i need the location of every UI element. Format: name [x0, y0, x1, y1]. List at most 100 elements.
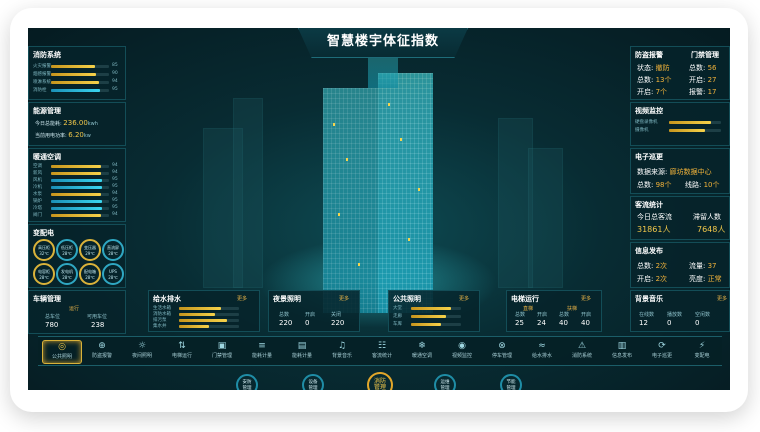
- bg-building: [233, 98, 263, 288]
- patrol-panel-title: 电子巡更: [635, 153, 663, 161]
- stat-value: 0: [667, 319, 672, 327]
- bar-value: 95: [112, 184, 118, 189]
- patrol-panel[interactable]: 电子巡更 数据来源: 廊坊数据中心 总数: 98个 线路: 10个: [630, 148, 730, 194]
- nav-label: 变配电: [694, 353, 710, 359]
- nav-item[interactable]: ⚡ 变配电: [682, 340, 722, 364]
- stat-value: 25: [515, 319, 524, 327]
- progress-fill: [669, 129, 706, 132]
- nav-item[interactable]: ⇅ 电梯运行: [162, 340, 202, 364]
- progress-bar: [51, 73, 109, 76]
- music-panel-title: 背景音乐: [635, 295, 663, 303]
- nav-label: 客流统计: [371, 353, 392, 359]
- nav-item[interactable]: ⟳ 电子巡更: [642, 340, 682, 364]
- progress-bar: [51, 172, 109, 175]
- stat-label: 总数: [515, 312, 526, 318]
- nav-item[interactable]: ❄ 暖通空调: [402, 340, 442, 364]
- public-light-more-link[interactable]: 更多: [459, 295, 469, 302]
- traffic-panel[interactable]: 客流统计 今日总客流 滞留人数 31861人 7648人: [630, 196, 730, 240]
- energy-panel[interactable]: 能源管理 今日总能耗: 236.00kwh 当前用电功率: 6.20kw: [28, 102, 126, 146]
- progress-bar: [411, 323, 461, 326]
- progress-fill: [51, 193, 101, 196]
- night-light-panel[interactable]: 夜景照明 更多 总数 220 开启 0 关闭 220: [268, 290, 360, 332]
- nav-item[interactable]: ⊕ 防盗报警: [82, 340, 122, 364]
- progress-fill: [411, 323, 441, 326]
- hvac-panel-title: 暖通空调: [33, 153, 61, 161]
- water-more-link[interactable]: 更多: [237, 295, 247, 302]
- nav-item[interactable]: ▣ 门禁管理: [202, 340, 242, 364]
- bar-value: 94: [112, 163, 118, 168]
- progress-bar: [411, 307, 461, 310]
- progress-bar: [51, 186, 109, 189]
- bottom-module-button[interactable]: 设备 管理: [302, 374, 324, 390]
- nav-item[interactable]: ≡ 能耗计量: [242, 340, 282, 364]
- stat-label: 在线数: [639, 312, 655, 318]
- ring-value: 28℃: [62, 251, 72, 256]
- nav-icon: ⟳: [658, 341, 666, 351]
- nav-item[interactable]: ◎ 公共照明: [42, 340, 82, 364]
- nav-item[interactable]: ⊗ 停车管理: [482, 340, 522, 364]
- nav-item[interactable]: ▥ 信息发布: [602, 340, 642, 364]
- bottom-module-button[interactable]: 运维 管理: [434, 374, 456, 390]
- public-light-panel[interactable]: 公共照明 更多 大堂 走廊 车库: [388, 290, 480, 332]
- bottom-module-button[interactable]: 节能 管理: [500, 374, 522, 390]
- nav-item[interactable]: ☷ 客流统计: [362, 340, 402, 364]
- nav-item[interactable]: ♫ 背景音乐: [322, 340, 362, 364]
- power-ring[interactable]: 变压器 29℃: [79, 239, 101, 261]
- progress-bar: [179, 313, 239, 316]
- power-ring[interactable]: 高压柜 32℃: [33, 239, 55, 261]
- bar-value: 94: [112, 170, 118, 175]
- power-ring[interactable]: UPS 28℃: [102, 263, 124, 285]
- nav-item[interactable]: ▤ 能耗计量: [282, 340, 322, 364]
- nav-item[interactable]: ◉ 视频监控: [442, 340, 482, 364]
- nav-item[interactable]: ⚠ 消防系统: [562, 340, 602, 364]
- progress-fill: [51, 89, 101, 92]
- bottom-module-button[interactable]: 消防 管理: [367, 372, 393, 390]
- stat-value: 220: [331, 319, 345, 327]
- water-panel[interactable]: 给水排水 更多 生活水箱 消防水箱 排污泵 集水井: [148, 290, 260, 332]
- progress-fill: [51, 73, 97, 76]
- power-ring[interactable]: 电容柜 28℃: [33, 263, 55, 285]
- progress-bar: [51, 214, 109, 217]
- nav-item[interactable]: ☼ 夜间照明: [122, 340, 162, 364]
- music-more-link[interactable]: 更多: [717, 295, 727, 302]
- intrusion-door-panel[interactable]: 防盗报警 门禁管理 状态: 撤防 总数: 13个 开启: 7个 总数: 56 开…: [630, 46, 730, 100]
- bar-label: 锅炉: [33, 199, 42, 204]
- ring-value: 28℃: [108, 275, 118, 280]
- power-ring[interactable]: 低压柜 28℃: [56, 239, 78, 261]
- elevator-more-link[interactable]: 更多: [581, 295, 591, 302]
- night-more-link[interactable]: 更多: [339, 295, 349, 302]
- bar-value: 94: [112, 191, 118, 196]
- bottom-module-button[interactable]: 安防 管理: [236, 374, 258, 390]
- power-ring[interactable]: 配电箱 28℃: [79, 263, 101, 285]
- nav-label: 公共照明: [51, 354, 72, 360]
- nav-icon: ▣: [217, 341, 227, 351]
- bar-value: 90: [112, 71, 118, 76]
- progress-bar: [51, 65, 109, 68]
- fire-panel[interactable]: 消防系统 火灾报警 85 烟感报警 90 喷淋系统 94 消防栓 95: [28, 46, 126, 100]
- bar-label: 风机: [33, 178, 42, 183]
- progress-fill: [51, 186, 103, 189]
- video-panel[interactable]: 视频监控 硬盘录像机 摄像机: [630, 102, 730, 146]
- progress-bar: [51, 193, 109, 196]
- bar-label: 阀门: [33, 213, 42, 218]
- power-ring[interactable]: 直流屏 28℃: [102, 239, 124, 261]
- music-panel[interactable]: 背景音乐 更多 在线数 12 播放数 0 空闲数 0: [630, 290, 730, 332]
- hvac-panel[interactable]: 暖通空调 空调 94 新风 94 风机 95 冷机 95 水泵 94 锅炉 95 冷塔 95 阀门 94: [28, 148, 126, 222]
- elevator-panel[interactable]: 电梯运行 更多 直梯 扶梯 总数 25 开启 24 总数 40 开启 40: [506, 290, 602, 332]
- progress-fill: [179, 313, 215, 316]
- intrusion-status: 撤防: [655, 64, 670, 72]
- nav-item[interactable]: ≈ 给水排水: [522, 340, 562, 364]
- nav-icon: ☼: [137, 341, 147, 351]
- bar-label: 空调: [33, 164, 42, 169]
- power-ring[interactable]: 发电机 28℃: [56, 263, 78, 285]
- bar-label: 喷淋系统: [33, 80, 51, 85]
- progress-fill: [411, 315, 446, 318]
- vehicle-panel[interactable]: 车辆管理 运行 总车位 可用车位 780 238: [28, 290, 126, 334]
- power-panel[interactable]: 变配电 高压柜 32℃ 低压柜 28℃ 变压器 29℃ 直流屏 28℃ 电容柜 28℃ 发电机 28℃…: [28, 224, 126, 288]
- ring-value: 28℃: [85, 275, 95, 280]
- nav-icon: ▤: [297, 341, 307, 351]
- info-panel[interactable]: 信息发布 总数: 2次 开启: 2次 流量: 37 亮度: 正常: [630, 242, 730, 288]
- bar-label: 走廊: [393, 314, 402, 319]
- progress-fill: [51, 172, 101, 175]
- system-nav-bar: ◎ 公共照明 ⊕ 防盗报警 ☼ 夜间照明 ⇅ 电梯运行 ▣ 门禁管理 ≡ 能耗计量 ▤ 能耗计量 ♫ 背景音乐…: [38, 336, 722, 366]
